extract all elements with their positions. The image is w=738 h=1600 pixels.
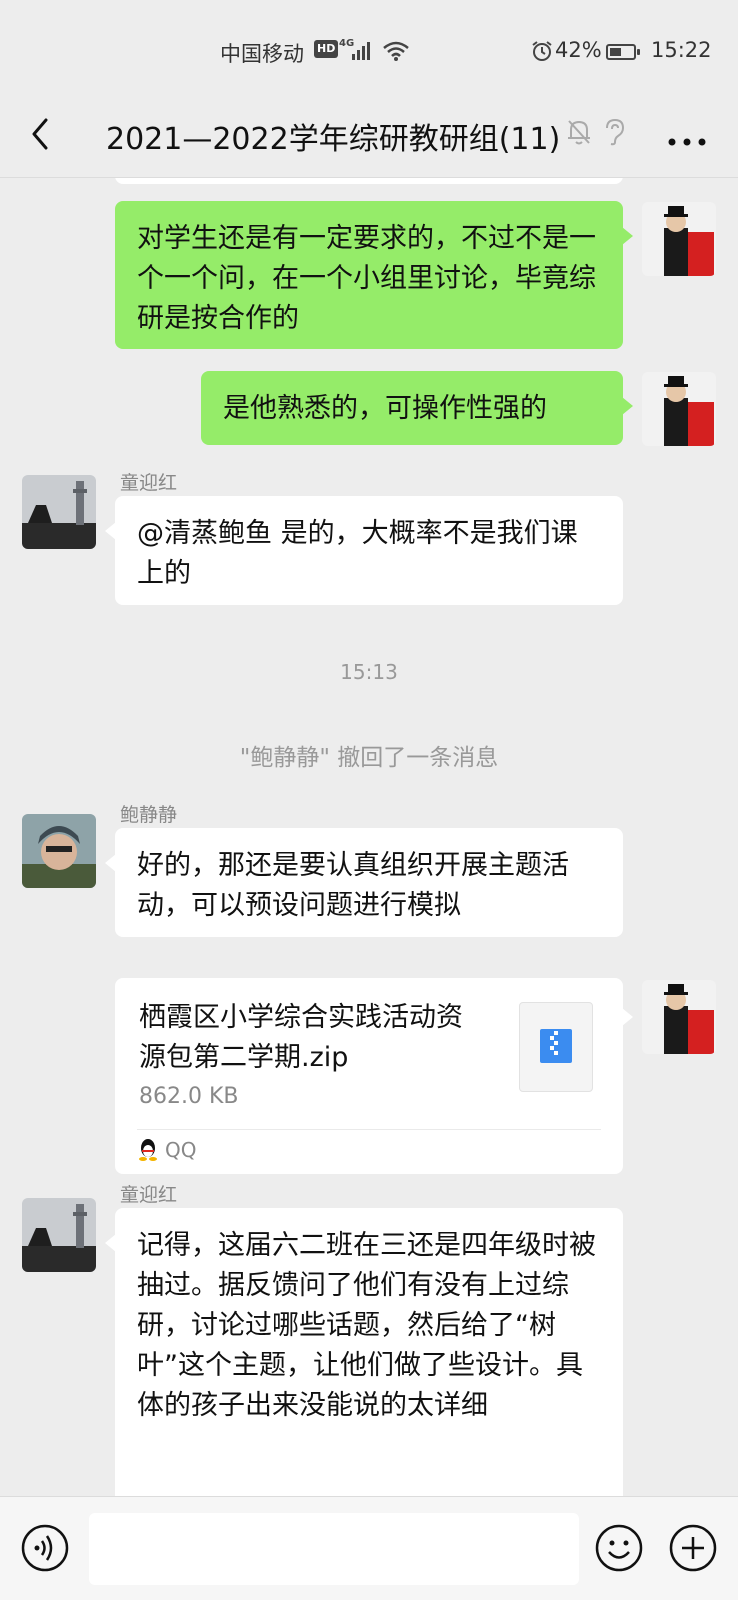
more-icon[interactable]: [664, 112, 710, 152]
voice-icon[interactable]: [20, 1523, 70, 1573]
battery-percent: 42%: [555, 38, 602, 62]
file-name: 栖霞区小学综合实践活动资源包第二学期.zip: [139, 1002, 463, 1073]
chat-header: 2021—2022学年综研教研组(11): [0, 100, 738, 178]
mute-bell-icon: [568, 120, 590, 145]
message-text: 好的，那还是要认真组织开展主题活动，可以预设问题进行模拟: [137, 850, 569, 921]
previous-message-bubble: [115, 178, 623, 184]
wifi-icon: [383, 41, 409, 61]
battery-icon: [606, 44, 640, 60]
file-source-label: QQ: [165, 1138, 197, 1162]
sender-name: 童迎红: [120, 1184, 178, 1206]
clock: 15:22: [651, 38, 712, 62]
sender-name: 童迎红: [120, 472, 178, 494]
message-bubble[interactable]: 记得，这届六二班在三还是四年级时被抽过。据反馈问了他们有没有上过综研，讨论过哪些…: [105, 1208, 623, 1496]
sender-name: 鲍静静: [120, 804, 178, 826]
message-input[interactable]: [89, 1513, 579, 1585]
signal-icon: [352, 40, 376, 60]
message-text: 记得，这届六二班在三还是四年级时被抽过。据反馈问了他们有没有上过综研，讨论过哪些…: [137, 1230, 596, 1421]
qq-icon: [139, 1139, 157, 1161]
ear-icon: [606, 118, 625, 146]
contact-avatar[interactable]: [22, 475, 96, 549]
zip-file-icon: [519, 1002, 593, 1092]
contact-avatar[interactable]: [22, 1198, 96, 1272]
message-bubble[interactable]: 好的，那还是要认真组织开展主题活动，可以预设问题进行模拟: [105, 828, 623, 937]
my-avatar[interactable]: [642, 202, 716, 276]
divider: [137, 1129, 601, 1130]
system-message: "鲍静静" 撤回了一条消息: [239, 745, 499, 771]
status-bar: 中国移动 HD 4G 42% 15:22: [0, 0, 738, 100]
message-bubble[interactable]: 对学生还是有一定要求的，不过不是一个一个问，在一个小组里讨论，毕竟综研是按合作的: [115, 201, 633, 349]
file-size: 862.0 KB: [139, 1084, 239, 1109]
message-text: 是他熟悉的，可操作性强的: [223, 393, 547, 424]
my-avatar[interactable]: [642, 372, 716, 446]
contact-avatar[interactable]: [22, 814, 96, 888]
message-bubble[interactable]: @清蒸鲍鱼 是的，大概率不是我们课上的: [105, 496, 623, 605]
file-message-card[interactable]: 栖霞区小学综合实践活动资源包第二学期.zip 862.0 KB QQ: [115, 978, 633, 1174]
message-bubble[interactable]: 是他熟悉的，可操作性强的: [201, 371, 633, 445]
emoji-icon[interactable]: [594, 1523, 644, 1573]
chat-title: 2021—2022学年综研教研组(11): [106, 122, 561, 157]
message-text: @清蒸鲍鱼 是的，大概率不是我们课上的: [137, 518, 578, 589]
back-icon[interactable]: [22, 112, 66, 156]
carrier-label: 中国移动: [220, 42, 304, 66]
alarm-icon: [532, 41, 552, 61]
hd-badge: HD: [314, 40, 339, 58]
plus-icon[interactable]: [668, 1523, 718, 1573]
time-divider: 15:13: [340, 660, 398, 684]
my-avatar[interactable]: [642, 980, 716, 1054]
message-text: 对学生还是有一定要求的，不过不是一个一个问，在一个小组里讨论，毕竟综研是按合作的: [137, 223, 596, 334]
input-bar: [0, 1496, 738, 1600]
message-list[interactable]: 对学生还是有一定要求的，不过不是一个一个问，在一个小组里讨论，毕竟综研是按合作的…: [0, 178, 738, 1496]
